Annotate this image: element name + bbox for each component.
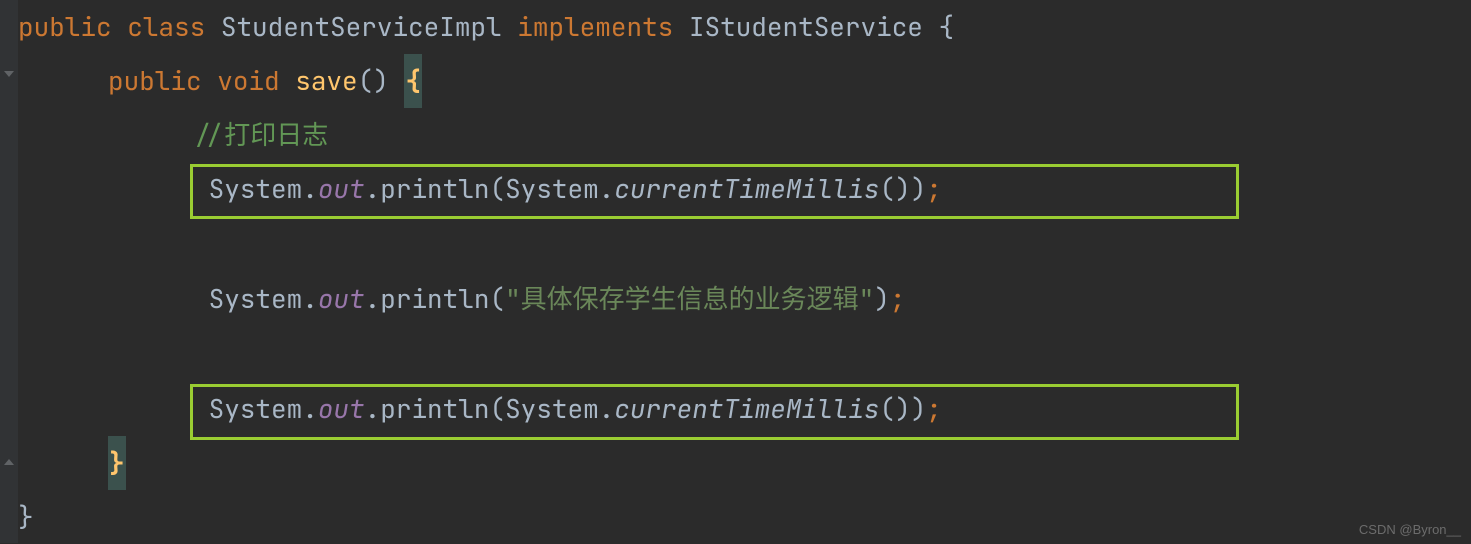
dot: . (302, 272, 318, 326)
dot: . (365, 162, 381, 216)
method-call: println (380, 272, 489, 326)
paren: ) (911, 162, 927, 216)
method-call: println (380, 382, 489, 436)
comment: //打印日志 (193, 108, 328, 162)
class-name: StudentServiceImpl (221, 0, 502, 54)
code-line: public class StudentServiceImpl implemen… (18, 0, 1471, 54)
identifier: System (505, 382, 599, 436)
identifier: System (505, 162, 599, 216)
code-line: System.out.println(System.currentTimeMil… (18, 382, 1471, 436)
brace-highlighted: } (108, 436, 126, 490)
keyword: class (127, 0, 205, 54)
code-line: } (18, 436, 1471, 490)
identifier: System (209, 272, 303, 326)
parens: () (879, 382, 910, 436)
code-line: System.out.println(System.currentTimeMil… (18, 162, 1471, 216)
field: out (318, 382, 365, 436)
dot: . (599, 162, 615, 216)
keyword: public (108, 54, 202, 108)
paren: ( (489, 382, 505, 436)
dot: . (365, 272, 381, 326)
method-call: println (380, 162, 489, 216)
paren: ) (911, 382, 927, 436)
method-name: save (295, 54, 357, 108)
field: out (318, 162, 365, 216)
keyword: public (18, 0, 112, 54)
static-method: currentTimeMillis (614, 162, 879, 216)
parens: () (879, 162, 910, 216)
code-line-empty (18, 216, 1471, 272)
code-line-empty (18, 326, 1471, 382)
code-line: public void save() { (18, 54, 1471, 108)
field: out (318, 272, 365, 326)
interface-name: IStudentService (689, 0, 923, 54)
gutter-fold-icon[interactable] (0, 456, 18, 468)
static-method: currentTimeMillis (614, 382, 879, 436)
semicolon: ; (926, 382, 942, 436)
identifier: System (209, 162, 303, 216)
paren: ( (489, 162, 505, 216)
dot: . (302, 382, 318, 436)
dot: . (365, 382, 381, 436)
brace-highlighted: { (404, 54, 422, 108)
keyword: void (217, 54, 279, 108)
code-editor[interactable]: public class StudentServiceImpl implemen… (0, 0, 1471, 544)
paren: ( (489, 272, 505, 326)
identifier: System (209, 382, 303, 436)
semicolon: ; (890, 272, 906, 326)
gutter-fold-icon[interactable] (0, 68, 18, 80)
code-line: //打印日志 (18, 108, 1471, 162)
brace: } (18, 490, 34, 544)
parens: () (358, 54, 389, 108)
paren: ) (874, 272, 890, 326)
code-line: System.out.println("具体保存学生信息的业务逻辑"); (18, 272, 1471, 326)
editor-gutter (0, 0, 18, 543)
keyword: implements (517, 0, 673, 54)
dot: . (599, 382, 615, 436)
code-line: } (18, 490, 1471, 544)
dot: . (302, 162, 318, 216)
string-literal: "具体保存学生信息的业务逻辑" (505, 272, 874, 326)
semicolon: ; (926, 162, 942, 216)
brace: { (939, 0, 955, 54)
watermark: CSDN @Byron__ (1359, 522, 1461, 537)
